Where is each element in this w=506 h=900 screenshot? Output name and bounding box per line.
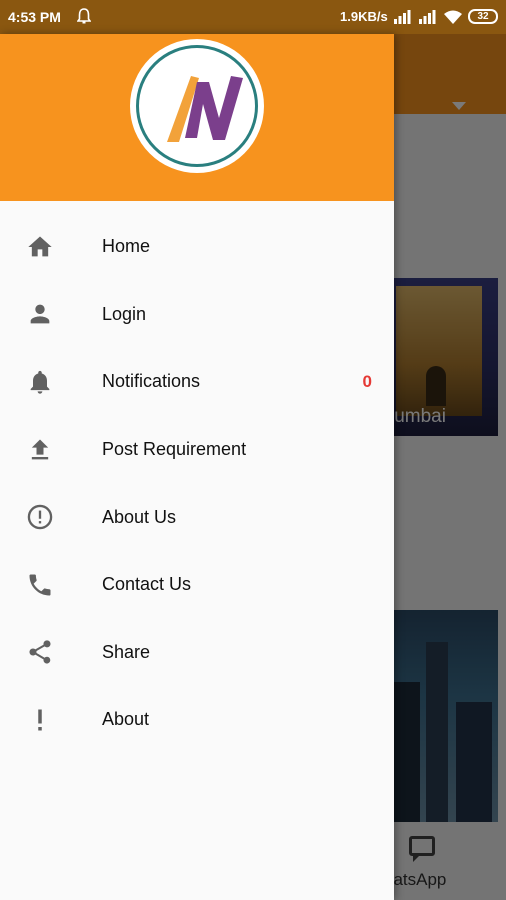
notification-count-badge: 0 — [362, 371, 372, 391]
status-time: 4:53 PM — [8, 9, 61, 25]
menu-item-post-requirement[interactable]: Post Requirement — [0, 416, 394, 484]
menu-label: Post Requirement — [102, 439, 247, 460]
share-icon — [25, 637, 55, 667]
menu-item-login[interactable]: Login — [0, 281, 394, 349]
phone-icon — [25, 570, 55, 600]
menu-label: Share — [102, 641, 151, 662]
battery-icon: 32 — [468, 9, 498, 24]
menu-item-about[interactable]: About — [0, 686, 394, 754]
menu-label: Login — [102, 303, 147, 324]
menu-label: About — [102, 709, 150, 730]
upload-icon — [25, 435, 55, 465]
drawer-menu: Home Login Notifications 0 Post Requirem… — [0, 213, 394, 754]
bell-icon — [25, 367, 55, 397]
alarm-icon — [77, 8, 91, 24]
app-logo — [130, 39, 264, 173]
drawer-header — [0, 34, 394, 201]
person-icon — [25, 299, 55, 329]
signal-icon — [419, 10, 436, 24]
wifi-icon — [444, 10, 462, 24]
exclamation-icon — [25, 705, 55, 735]
menu-item-notifications[interactable]: Notifications 0 — [0, 348, 394, 416]
signal-icon — [394, 10, 411, 24]
navigation-drawer: Home Login Notifications 0 Post Requirem… — [0, 34, 394, 900]
status-bar: 4:53 PM 1.9KB/s 32 — [0, 0, 506, 34]
home-icon — [25, 232, 55, 262]
menu-label: Contact Us — [102, 574, 192, 595]
menu-item-share[interactable]: Share — [0, 619, 394, 687]
menu-item-contact-us[interactable]: Contact Us — [0, 551, 394, 619]
menu-label: Notifications — [102, 371, 201, 392]
nv-logo-icon — [167, 76, 243, 142]
network-speed: 1.9KB/s — [340, 9, 388, 24]
menu-label: About Us — [102, 506, 177, 527]
menu-label: Home — [102, 236, 151, 257]
info-circle-icon — [25, 502, 55, 532]
menu-item-home[interactable]: Home — [0, 213, 394, 281]
menu-item-about-us[interactable]: About Us — [0, 483, 394, 551]
